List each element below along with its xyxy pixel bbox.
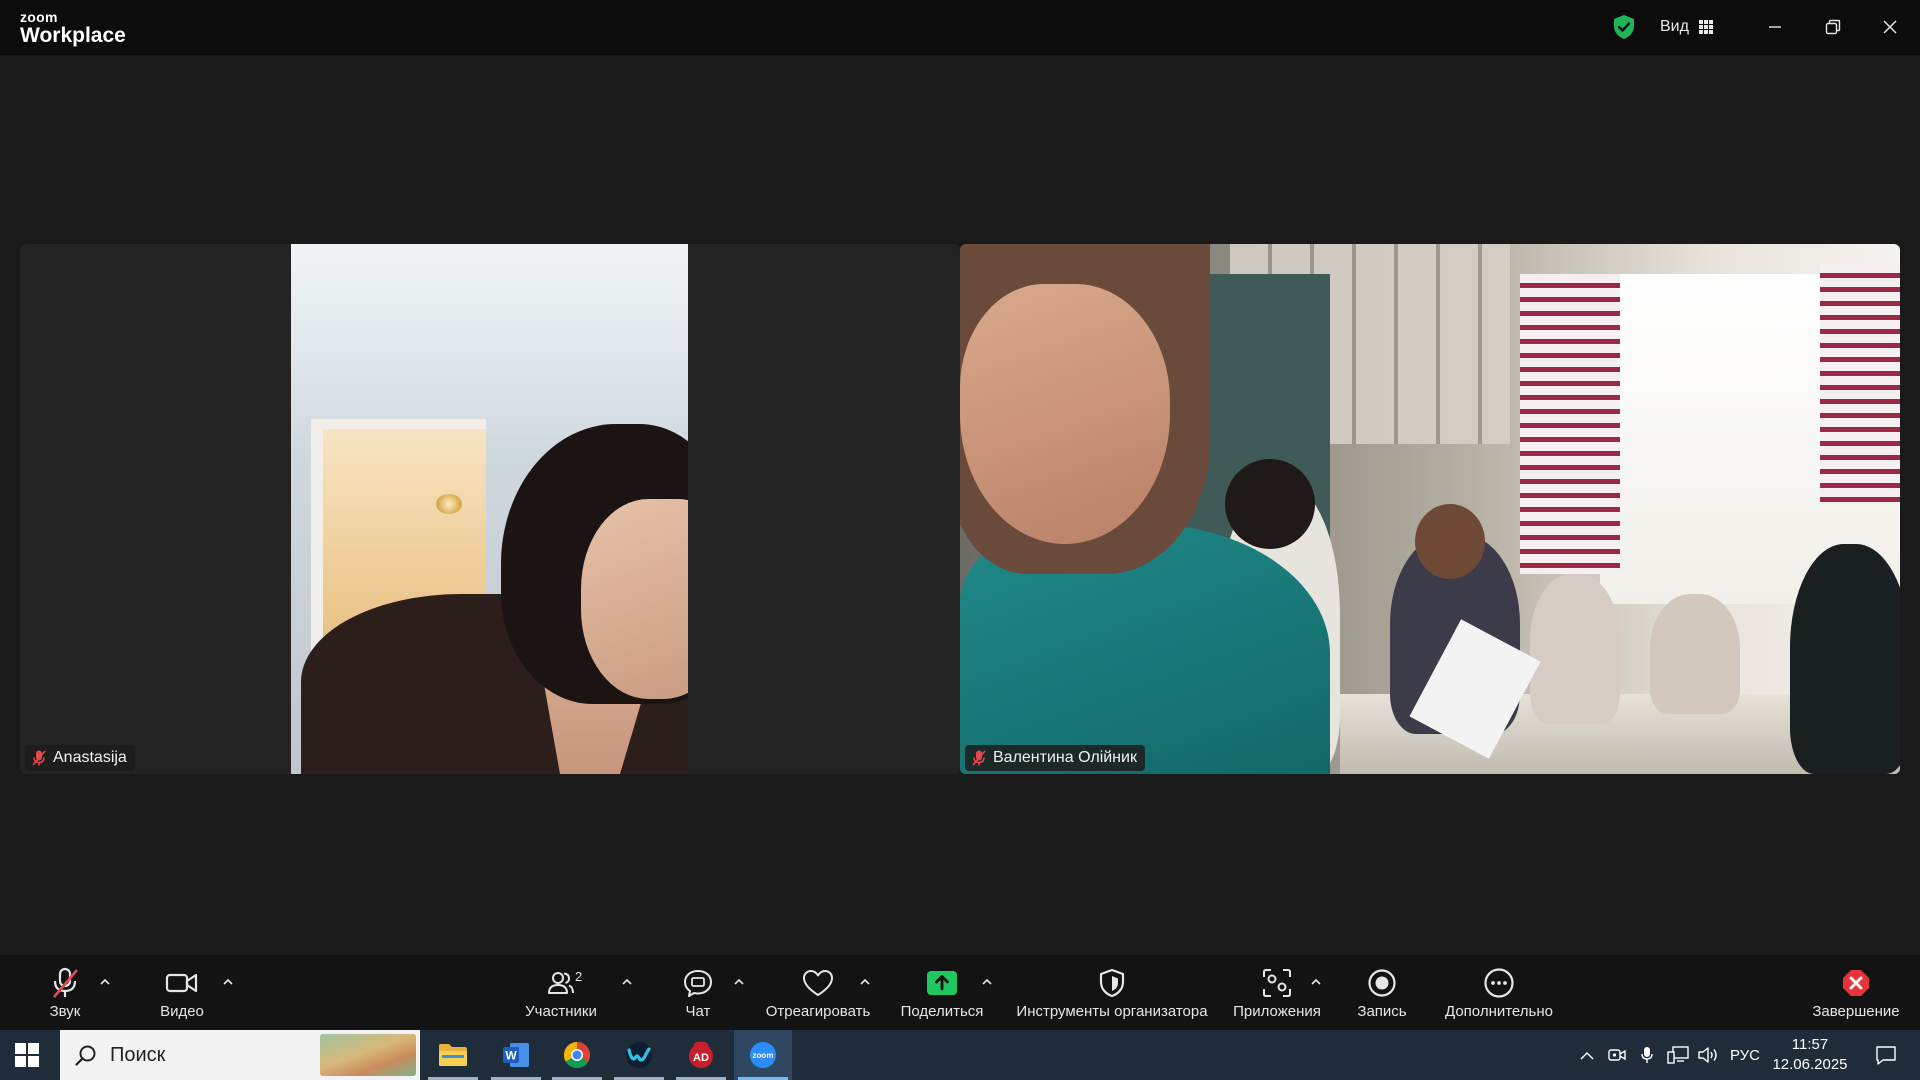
video-label: Видео [160, 1003, 204, 1020]
volume-icon[interactable] [1696, 1030, 1720, 1080]
record-label: Запись [1357, 1003, 1407, 1020]
heart-icon [802, 965, 834, 1001]
share-screen-icon [926, 965, 958, 1001]
apps-label: Приложения [1233, 1003, 1321, 1020]
search-highlight-image [320, 1034, 416, 1076]
close-button[interactable] [1875, 12, 1905, 42]
share-options-caret[interactable] [980, 975, 994, 987]
participants-count: 2 [575, 969, 583, 984]
restore-icon [1825, 19, 1841, 35]
participant-video [960, 244, 1900, 774]
chevron-up-icon [982, 978, 992, 985]
record-button[interactable]: Запись [1355, 965, 1409, 1025]
input-language[interactable]: РУС [1728, 1030, 1762, 1080]
close-icon [1883, 20, 1897, 34]
participant-video [291, 244, 688, 774]
record-icon [1367, 965, 1397, 1001]
minimize-icon [1769, 26, 1781, 28]
audio-label: Звук [49, 1003, 81, 1020]
minimize-button[interactable] [1760, 12, 1790, 42]
logo-big-text: Workplace [20, 24, 126, 47]
participant-name: Anastasija [53, 749, 127, 766]
apps-button[interactable]: Приложения [1230, 965, 1324, 1025]
meeting-toolbar: Звук Видео 2 Участники Чат Отреагировать… [0, 955, 1920, 1030]
react-options-caret[interactable] [858, 975, 872, 987]
taskbar-clock[interactable]: 11:57 12.06.2025 [1765, 1035, 1855, 1075]
share-label: Поделиться [900, 1003, 984, 1020]
taskbar-search-box[interactable]: Поиск [60, 1030, 420, 1080]
chevron-up-icon [100, 978, 110, 985]
host-tools-button[interactable]: Инструменты организатора [1013, 965, 1211, 1025]
more-label: Дополнительно [1445, 1003, 1553, 1020]
participants-label: Участники [525, 1003, 597, 1020]
clock-time: 11:57 [1791, 1036, 1829, 1053]
chat-options-caret[interactable] [732, 975, 746, 987]
logo-small-text: zoom [20, 9, 58, 25]
chevron-up-icon [223, 978, 233, 985]
restore-button[interactable] [1818, 12, 1848, 42]
view-label: Вид [1660, 18, 1689, 35]
muted-mic-icon [972, 750, 986, 766]
adobe-reader-icon[interactable]: AD [672, 1030, 730, 1080]
more-options-icon [1483, 965, 1515, 1001]
video-camera-icon [165, 965, 199, 1001]
chat-label: Чат [685, 1003, 711, 1020]
video-button[interactable]: Видео [158, 965, 206, 1025]
notifications-icon[interactable] [1866, 1030, 1906, 1080]
chevron-up-icon [622, 978, 632, 985]
host-tools-shield-icon [1099, 965, 1125, 1001]
zoom-app-icon[interactable]: zoom [734, 1030, 792, 1080]
word-icon[interactable]: W [487, 1030, 545, 1080]
end-meeting-button[interactable]: Завершение [1810, 965, 1902, 1025]
zoom-logo: zoom Workplace [20, 10, 126, 46]
muted-mic-icon [50, 965, 80, 1001]
network-icon[interactable] [1666, 1030, 1690, 1080]
microphone-in-use-icon[interactable] [1637, 1030, 1657, 1080]
apps-options-caret[interactable] [1309, 975, 1323, 987]
encryption-shield-icon[interactable] [1612, 14, 1636, 40]
chevron-up-icon [1311, 978, 1321, 985]
search-icon [75, 1045, 96, 1066]
participants-icon: 2 [541, 965, 583, 1001]
muted-mic-icon [32, 750, 46, 766]
chrome-icon[interactable] [548, 1030, 606, 1080]
file-explorer-icon[interactable] [424, 1030, 482, 1080]
grid-view-icon [1698, 20, 1713, 34]
participant-name-tag: Валентина Олійник [965, 745, 1145, 771]
windows-start-icon[interactable] [15, 1043, 39, 1067]
react-label: Отреагировать [765, 1003, 871, 1020]
participant-tile[interactable]: Anastasija [20, 244, 960, 774]
title-bar: zoom Workplace Вид [0, 0, 1920, 55]
chat-icon [683, 965, 713, 1001]
apps-icon [1262, 965, 1292, 1001]
end-label: Завершение [1812, 1003, 1900, 1020]
svg-text:zoom: zoom [753, 1051, 774, 1060]
participant-name-tag: Anastasija [25, 745, 135, 771]
svg-text:AD: AD [693, 1052, 709, 1064]
svg-text:W: W [505, 1049, 517, 1063]
view-button[interactable]: Вид [1660, 14, 1713, 40]
participants-options-caret[interactable] [620, 975, 634, 987]
more-button[interactable]: Дополнительно [1441, 965, 1557, 1025]
react-button[interactable]: Отреагировать [765, 965, 871, 1025]
chevron-up-icon [860, 978, 870, 985]
participant-name: Валентина Олійник [993, 749, 1137, 766]
clock-date: 12.06.2025 [1772, 1056, 1848, 1073]
camera-in-use-icon[interactable] [1606, 1030, 1628, 1080]
search-placeholder: Поиск [110, 1043, 166, 1066]
chat-button[interactable]: Чат [678, 965, 718, 1025]
video-stage: Anastasija Валентина Олійник [0, 55, 1920, 955]
host-tools-label: Инструменты организатора [1016, 1003, 1208, 1020]
chevron-up-icon[interactable] [1578, 1030, 1596, 1080]
end-meeting-icon [1841, 965, 1871, 1001]
audio-button[interactable]: Звук [45, 965, 85, 1025]
windows-taskbar: Поиск W AD zoom РУС 11:57 12.06.2025 [0, 1030, 1920, 1080]
audio-options-caret[interactable] [98, 975, 112, 987]
share-screen-button[interactable]: Поделиться [900, 965, 984, 1025]
video-options-caret[interactable] [221, 975, 235, 987]
participants-button[interactable]: 2 Участники [522, 965, 600, 1025]
participant-tile[interactable]: Валентина Олійник [960, 244, 1900, 774]
chevron-up-icon [734, 978, 744, 985]
webex-icon[interactable] [610, 1030, 668, 1080]
